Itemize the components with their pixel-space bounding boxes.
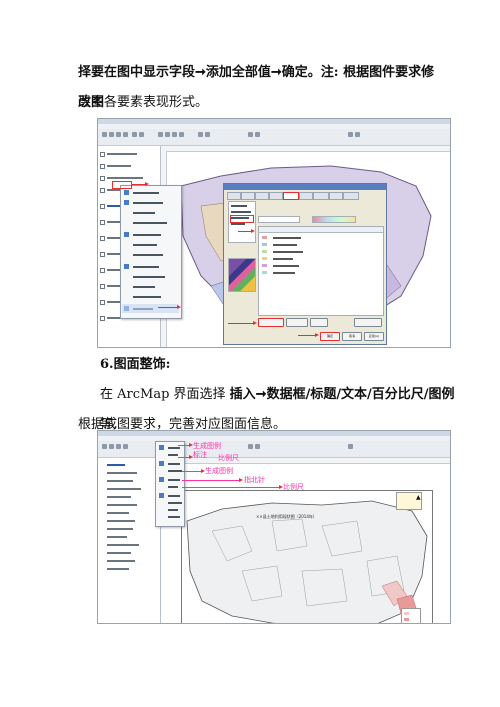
- arrow-to-properties: [158, 305, 181, 309]
- annotation-legend-2: 生成图例: [205, 467, 233, 475]
- toolbar[interactable]: [98, 129, 450, 146]
- annotation-scale-2: 比例尺: [283, 483, 304, 491]
- add-all-values-button[interactable]: [258, 318, 284, 327]
- arrow-to-field: [238, 229, 255, 233]
- ok-button[interactable]: 确定: [320, 332, 340, 341]
- menu-item-properties[interactable]: [122, 304, 179, 313]
- tab-fields[interactable]: [299, 192, 313, 200]
- toolbar-2[interactable]: [98, 441, 450, 458]
- tab-labels[interactable]: [329, 192, 343, 200]
- north-arrow-icon: ▲: [416, 494, 421, 501]
- tab-selection[interactable]: [255, 192, 269, 200]
- color-ramp-select[interactable]: [312, 216, 356, 223]
- layout-view-2[interactable]: ××县土地利用现状图（2014年） ▲: [161, 458, 450, 623]
- arrow-to-menu: [132, 182, 149, 186]
- annotation-arrow-5: [182, 485, 283, 489]
- symbology-preview: [228, 258, 256, 292]
- arrow-to-ok: [298, 333, 319, 337]
- section6-line1-plain: 在 ArcMap 界面选择: [100, 387, 230, 402]
- advanced-button[interactable]: [354, 318, 382, 327]
- tab-joins[interactable]: [343, 192, 359, 200]
- county-map: [186, 500, 428, 623]
- tab-definition-query[interactable]: [313, 192, 329, 200]
- layer-properties-dialog[interactable]: 确定 取消 应用(A): [223, 183, 387, 345]
- layer-context-menu[interactable]: [120, 185, 182, 319]
- annotation-arrow-1: [178, 443, 193, 447]
- horizontal-ruler: [161, 146, 450, 152]
- annotation-north-arrow: 指北针: [244, 476, 265, 484]
- arcmap-screenshot-layout: ××县土地利用现状图（2014年） ▲ 生成图例 标注 比例尺 生成图例 指北针…: [97, 430, 451, 624]
- paragraph1-line2: 层中各要素表现形式。: [78, 95, 209, 110]
- annotation-arrow-4: [182, 478, 243, 482]
- annotation-arrow-2: [178, 455, 193, 459]
- remove-button[interactable]: [310, 318, 328, 327]
- section6-line1-bold: 插入➞数据框/标题/文本/百分比尺/图例: [229, 387, 455, 402]
- dialog-titlebar: [224, 184, 386, 190]
- values-table[interactable]: [258, 226, 384, 316]
- highlight-unique-values: [230, 215, 254, 223]
- highlight-layer-item: [112, 181, 132, 189]
- legend-box: [401, 608, 421, 623]
- tab-symbology[interactable]: [283, 192, 299, 200]
- annotation-legend-1: 生成图例: [193, 442, 221, 450]
- annotation-arrow-3: [182, 469, 205, 473]
- apply-button[interactable]: 应用(A): [364, 332, 384, 341]
- cancel-button[interactable]: 取消: [342, 332, 362, 341]
- tab-source[interactable]: [241, 192, 255, 200]
- insert-menu[interactable]: [155, 441, 185, 527]
- tab-general[interactable]: [227, 192, 241, 200]
- section6-heading: 6.图面整饰:: [100, 357, 171, 372]
- arrow-to-add-all: [228, 321, 257, 325]
- arcmap-screenshot-symbology: 确定 取消 应用(A): [97, 118, 451, 348]
- map-frame: [181, 490, 433, 623]
- tab-display[interactable]: [269, 192, 283, 200]
- annotation-label-1: 标注: [193, 451, 207, 459]
- table-of-contents-2[interactable]: [98, 458, 161, 623]
- add-values-button[interactable]: [286, 318, 308, 327]
- map-title: ××县土地利用现状图（2014年）: [256, 514, 317, 519]
- value-field-select[interactable]: [258, 216, 300, 223]
- annotation-scale-1: 比例尺: [218, 454, 239, 462]
